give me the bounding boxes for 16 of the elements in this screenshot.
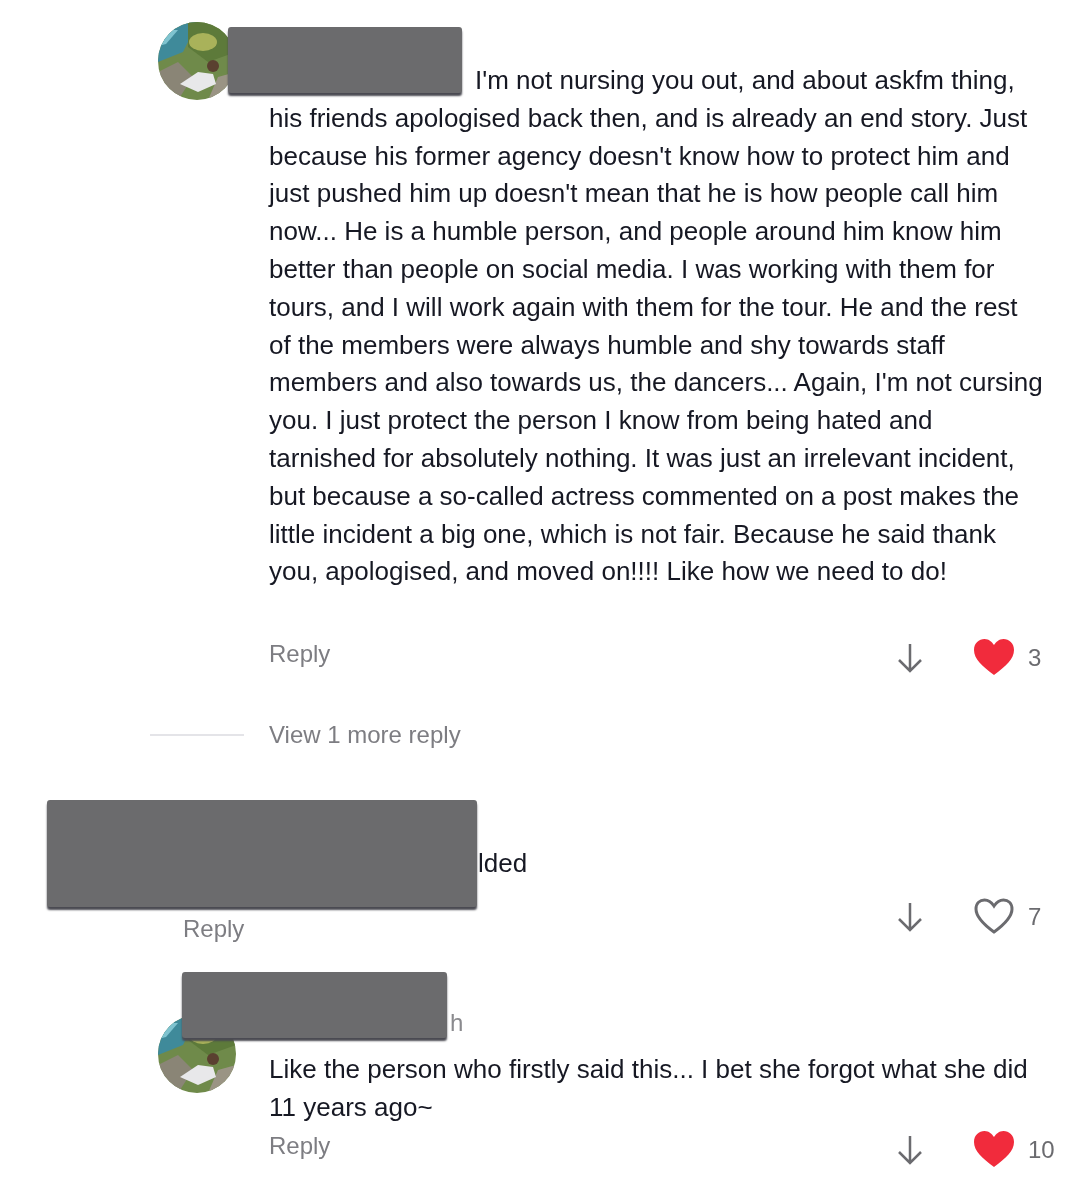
comment-text: lded (478, 847, 529, 880)
arrow-down-icon[interactable] (897, 642, 923, 674)
reply-link[interactable]: Reply (269, 640, 331, 668)
like-count: 3 (1028, 644, 1042, 672)
like-count: 7 (1028, 902, 1042, 931)
comment-text: Like the person who firstly said this... I bet she forgot what she did 11 years ago~ (269, 1052, 1029, 1124)
comment-text: I'm not nursing you out, and about askfm thing, his friends apologised back then, and is already an end story. Just because his former agency doesn't know how to protect him and just pushed him up doesn't mean that he is how people call him now... He is a humble person, and people around him know him better than people on social media. I was working with them for tours, and I will work again with them for the tour. He and the rest of the members were always humble and shy towards staff members and also towards us, the dancers... Again, I'm not cursing you. I just protect the person I know from being hated and tarnished for absolutely nothing. It was just an irrelevant incident, but because a so-called actress commented on a post makes the little incident a big one, which is not fair. Because he said thank you, apologised, and moved on!!!! Like how we need to do! (269, 64, 1044, 589)
heart-icon[interactable] (972, 1129, 1016, 1170)
view-replies-link[interactable]: View 1 more reply (269, 721, 461, 749)
arrow-down-icon[interactable] (897, 900, 923, 933)
reply-link[interactable]: Reply (269, 1132, 331, 1161)
like-count: 10 (1028, 1136, 1055, 1165)
reply-link[interactable]: Reply (183, 914, 245, 943)
heart-icon[interactable] (972, 637, 1016, 677)
arrow-down-icon[interactable] (897, 1134, 923, 1167)
timestamp: h (450, 1008, 464, 1037)
